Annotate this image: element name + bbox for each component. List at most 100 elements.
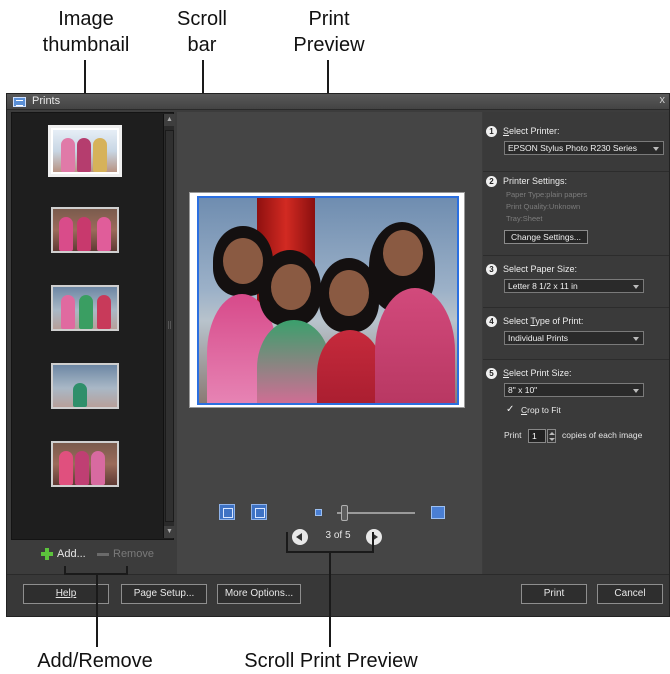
step-title: Select Type of Print:: [503, 316, 584, 326]
step-title-part: ype of Print:: [535, 316, 584, 326]
photo-person: [329, 270, 369, 316]
prints-dialog: Prints x ▲ ▼ Add... Remove 3 of 5 1 Sele…: [6, 93, 670, 617]
thumbnail-figure: [93, 138, 107, 172]
dialog-bottom-bar: Help Page Setup... More Options... Print…: [7, 574, 669, 616]
remove-minus-icon: [97, 552, 109, 556]
print-button[interactable]: Print: [521, 584, 587, 604]
image-thumbnail-5[interactable]: [51, 441, 119, 487]
step-number: 4: [486, 316, 497, 327]
thumbnail-figure: [77, 217, 91, 251]
photo-person: [383, 230, 423, 276]
scroll-up-arrow-icon[interactable]: ▲: [164, 114, 175, 126]
scrollbar-thumb[interactable]: [165, 130, 174, 522]
thumbnail-figure: [97, 295, 111, 329]
chevron-down-icon: [653, 147, 659, 151]
page-setup-button-label: Page Setup...: [133, 588, 195, 599]
window-title: Prints: [32, 95, 61, 107]
copies-input[interactable]: 1: [528, 429, 546, 443]
step-title-text: elect Printer:: [509, 126, 560, 136]
callout-print-preview: Print Preview: [274, 6, 384, 58]
callout-bracket-scroll-preview-right: [372, 532, 374, 553]
thumbnail-figure: [73, 383, 87, 407]
thumbnail-figure: [61, 295, 75, 329]
crop-to-fit-checkbox[interactable]: ✓: [506, 405, 516, 415]
photo-person: [375, 288, 455, 403]
callout-line-scroll-preview: [329, 551, 331, 647]
type-of-print-select[interactable]: Individual Prints: [504, 331, 644, 345]
thumbnail-figure: [61, 138, 75, 172]
step-title: Printer Settings:: [503, 176, 568, 186]
zoom-out-icon[interactable]: [315, 509, 322, 516]
thumbnail-scrollbar[interactable]: ▲ ▼: [163, 114, 175, 538]
cancel-button[interactable]: Cancel: [597, 584, 663, 604]
photo-person: [317, 330, 383, 403]
page-setup-button[interactable]: Page Setup...: [121, 584, 207, 604]
callout-bracket-add-remove-right: [126, 566, 128, 575]
preview-photo: [197, 196, 459, 405]
step-type-of-print: 4 Select Type of Print: Individual Print…: [483, 316, 669, 360]
more-options-button[interactable]: More Options...: [217, 584, 301, 604]
callout-print-preview-text: Print Preview: [293, 8, 365, 56]
step-select-printer: 1 Select Printer: EPSON Stylus Photo R23…: [483, 126, 669, 172]
paper-size-value: Letter 8 1/2 x 11 in: [508, 281, 578, 291]
callout-image-thumbnail-text: Image thumbnail: [42, 8, 130, 56]
copies-stepper[interactable]: [547, 429, 556, 443]
paper-size-select[interactable]: Letter 8 1/2 x 11 in: [504, 279, 644, 293]
tray-text: Tray:Sheet: [506, 214, 543, 223]
step-title-part: elect Print Size:: [509, 368, 572, 378]
image-thumbnail-4[interactable]: [51, 363, 119, 409]
step-paper-size: 3 Select Paper Size: Letter 8 1/2 x 11 i…: [483, 264, 669, 308]
add-plus-icon: [41, 548, 53, 560]
print-size-select[interactable]: 8" x 10": [504, 383, 644, 397]
step-title: Select Print Size:: [503, 368, 572, 378]
thumbnail-figure: [79, 295, 93, 329]
zoom-slider-track[interactable]: [337, 512, 415, 514]
image-thumbnail-1[interactable]: [51, 128, 119, 174]
step-print-size: 5 Select Print Size: 8" x 10" ✓ Crop to …: [483, 368, 669, 468]
print-prefix-label: Print: [504, 430, 522, 440]
preview-zoom-controls: [219, 504, 451, 522]
chevron-down-icon: [633, 389, 639, 393]
rotate-right-icon[interactable]: [251, 504, 267, 520]
add-button[interactable]: Add...: [41, 548, 86, 560]
callout-scroll-bar: Scroll bar: [162, 6, 242, 58]
photo-person: [223, 238, 263, 284]
remove-button-label: Remove: [113, 548, 154, 560]
step-number: 3: [486, 264, 497, 275]
step-printer-settings: 2 Printer Settings: Paper Type:plain pap…: [483, 176, 669, 256]
image-thumbnail-2[interactable]: [51, 207, 119, 253]
thumbnail-figure: [75, 451, 89, 485]
prints-app-icon: [13, 97, 26, 107]
title-bar[interactable]: Prints x: [7, 94, 669, 110]
image-thumbnail-3[interactable]: [51, 285, 119, 331]
remove-button[interactable]: Remove: [97, 548, 154, 560]
callout-image-thumbnail: Image thumbnail: [22, 6, 150, 58]
print-preview-page: [189, 192, 465, 408]
step-title: Select Paper Size:: [503, 264, 578, 274]
copies-suffix-label: copies of each image: [562, 430, 643, 440]
rotate-left-icon[interactable]: [219, 504, 235, 520]
callout-scroll-bar-text: Scroll bar: [176, 8, 227, 56]
thumbnail-figure: [91, 451, 105, 485]
step-title-part: Select: [503, 316, 531, 326]
scroll-down-arrow-icon[interactable]: ▼: [164, 526, 175, 538]
zoom-in-icon[interactable]: [431, 506, 445, 519]
copies-row: Print 1 copies of each image: [504, 429, 642, 444]
thumbnail-figure: [59, 217, 73, 251]
preview-pager: 3 of 5: [292, 528, 382, 548]
close-icon[interactable]: x: [660, 94, 666, 106]
callout-scroll-print-preview: Scroll Print Preview: [244, 650, 418, 672]
print-quality-text: Print Quality:Unknown: [506, 202, 581, 211]
step-number: 5: [486, 368, 497, 379]
zoom-slider-handle[interactable]: [341, 505, 348, 521]
next-page-icon[interactable]: [366, 529, 382, 545]
crop-to-fit-label: Crop to Fit: [521, 405, 561, 415]
print-size-value: 8" x 10": [508, 385, 538, 395]
print-button-label: Print: [543, 588, 565, 599]
add-button-label: Add...: [57, 548, 86, 560]
step-number: 1: [486, 126, 497, 137]
previous-page-icon[interactable]: [292, 529, 308, 545]
printer-select[interactable]: EPSON Stylus Photo R230 Series: [504, 141, 664, 155]
change-settings-button[interactable]: Change Settings...: [504, 230, 588, 244]
chevron-down-icon: [633, 337, 639, 341]
